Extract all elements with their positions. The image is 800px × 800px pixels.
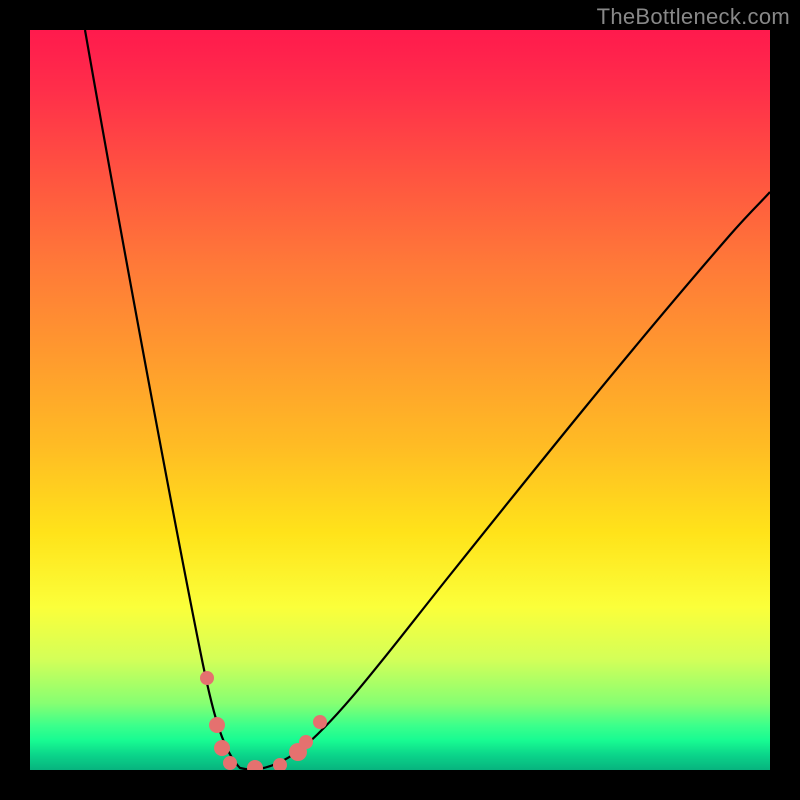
chart-frame: TheBottleneck.com [0,0,800,800]
marker-dot [247,760,263,770]
curve-svg [30,30,770,770]
marker-dot [209,717,225,733]
marker-dot [299,735,313,749]
watermark-text: TheBottleneck.com [597,4,790,30]
marker-dot [313,715,327,729]
marker-group [200,671,327,770]
bottleneck-curve [85,30,770,769]
marker-dot [200,671,214,685]
plot-area [30,30,770,770]
marker-dot [214,740,230,756]
marker-dot [223,756,237,770]
